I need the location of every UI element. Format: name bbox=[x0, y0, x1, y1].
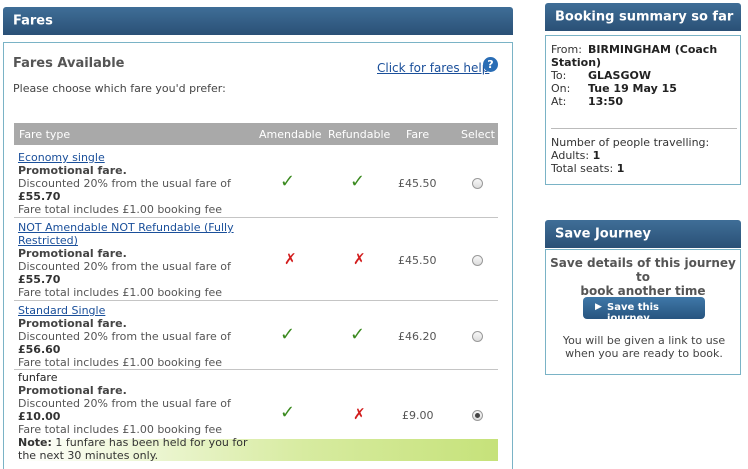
on-row: On: Tue 19 May 15 bbox=[551, 82, 677, 95]
usual-fare: £55.70 bbox=[18, 190, 61, 203]
from-row-line2: Station) bbox=[551, 56, 601, 69]
select-fare-radio[interactable] bbox=[472, 178, 483, 189]
seats-row: Total seats: 1 bbox=[551, 162, 624, 175]
seats-label: Total seats: bbox=[551, 162, 614, 175]
booking-summary-panel: From: BIRMINGHAM (Coach Station) To: GLA… bbox=[545, 35, 741, 185]
save-journey-button-label: Save this journey bbox=[607, 302, 660, 324]
note-label: Note: bbox=[18, 436, 52, 449]
from-label: From: bbox=[551, 43, 582, 56]
refundable-tick-icon: ✓ bbox=[350, 171, 366, 192]
note-text: 1 funfare has been held for you for bbox=[51, 436, 248, 449]
from-value: BIRMINGHAM (Coach bbox=[588, 43, 718, 56]
promo-label: Promotional fare. bbox=[18, 317, 127, 330]
save-journey-button[interactable]: ▶ Save this journey bbox=[583, 297, 705, 324]
row-divider bbox=[14, 300, 498, 301]
row-divider bbox=[14, 369, 498, 370]
col-fare-type: Fare type bbox=[19, 128, 71, 141]
save-journey-description: Save details of this journey to book ano… bbox=[550, 256, 736, 298]
refundable-tick-icon: ✓ bbox=[350, 324, 366, 345]
fares-table-header: Fare type Amendable Refundable Fare Sele… bbox=[14, 123, 498, 145]
play-icon: ▶ bbox=[595, 302, 602, 312]
summary-divider bbox=[551, 128, 737, 129]
to-value: GLASGOW bbox=[588, 69, 651, 82]
promo-label: Promotional fare. bbox=[18, 247, 127, 260]
fare-name-link[interactable]: Economy single bbox=[18, 151, 258, 164]
seats-value: 1 bbox=[616, 162, 625, 175]
select-fare-radio[interactable] bbox=[472, 255, 483, 266]
usual-fare: £55.70 bbox=[18, 273, 61, 286]
not-amendable-cross-icon: ✗ bbox=[284, 250, 297, 268]
to-label: To: bbox=[551, 69, 567, 82]
booking-summary-title: Booking summary so far bbox=[555, 9, 734, 25]
save-journey-info-line1: You will be given a link to use bbox=[562, 334, 726, 347]
at-label: At: bbox=[551, 95, 567, 108]
col-amendable: Amendable bbox=[259, 128, 322, 141]
amendable-tick-icon: ✓ bbox=[280, 402, 296, 423]
help-icon[interactable]: ? bbox=[483, 57, 498, 72]
row-divider bbox=[14, 217, 498, 218]
on-value: Tue 19 May 15 bbox=[588, 82, 677, 95]
people-label: Number of people travelling: bbox=[551, 136, 710, 149]
discount-text: Discounted 20% from the usual fare of bbox=[18, 177, 231, 190]
fare-name-link-line2[interactable]: Restricted) bbox=[18, 234, 258, 247]
fares-available-title: Fares Available bbox=[13, 56, 125, 71]
hold-note-line2: the next 30 minutes only. bbox=[18, 449, 159, 462]
booking-fee-text: Fare total includes £1.00 booking fee bbox=[18, 356, 223, 369]
usual-fare: £56.60 bbox=[18, 343, 61, 356]
not-refundable-cross-icon: ✗ bbox=[353, 405, 366, 423]
hold-note: Note: 1 funfare has been held for you fo… bbox=[18, 436, 258, 449]
amendable-tick-icon: ✓ bbox=[280, 171, 296, 192]
usual-fare: £10.00 bbox=[18, 410, 61, 423]
on-label: On: bbox=[551, 82, 571, 95]
fare-price: £45.50 bbox=[398, 177, 437, 190]
from-value-line2: Station) bbox=[551, 56, 602, 69]
save-journey-title: Save Journey bbox=[555, 226, 651, 242]
fares-header-title: Fares bbox=[13, 13, 53, 29]
promo-label: Promotional fare. bbox=[18, 164, 127, 177]
fare-price: £9.00 bbox=[402, 409, 434, 422]
fares-instructions: Please choose which fare you'd prefer: bbox=[13, 82, 226, 95]
select-fare-radio-selected[interactable] bbox=[472, 410, 483, 421]
amendable-tick-icon: ✓ bbox=[280, 324, 296, 345]
booking-fee-text: Fare total includes £1.00 booking fee bbox=[18, 423, 223, 436]
col-select: Select bbox=[461, 128, 495, 141]
adults-row: Adults: 1 bbox=[551, 149, 600, 162]
save-journey-info: You will be given a link to use when you… bbox=[552, 334, 736, 360]
adults-value: 1 bbox=[592, 149, 601, 162]
booking-fee-text: Fare total includes £1.00 booking fee bbox=[18, 203, 223, 216]
not-refundable-cross-icon: ✗ bbox=[353, 250, 366, 268]
col-refundable: Refundable bbox=[328, 128, 391, 141]
fare-name-link[interactable]: NOT Amendable NOT Refundable (Fully bbox=[18, 221, 258, 234]
save-journey-desc-line1: Save details of this journey to bbox=[550, 256, 736, 284]
to-row: To: GLASGOW bbox=[551, 69, 651, 82]
fare-name: funfare bbox=[18, 371, 58, 384]
fare-price: £46.20 bbox=[398, 330, 437, 343]
fares-help-link[interactable]: Click for fares help bbox=[377, 61, 489, 75]
fare-price: £45.50 bbox=[398, 254, 437, 267]
adults-label: Adults: bbox=[551, 149, 590, 162]
discount-text: Discounted 20% from the usual fare of bbox=[18, 397, 231, 410]
select-fare-radio[interactable] bbox=[472, 331, 483, 342]
save-journey-info-line2: when you are ready to book. bbox=[565, 347, 723, 360]
discount-text: Discounted 20% from the usual fare of bbox=[18, 330, 231, 343]
save-journey-header: Save Journey bbox=[545, 220, 741, 248]
discount-text: Discounted 20% from the usual fare of bbox=[18, 260, 231, 273]
save-journey-desc-line2: book another time bbox=[580, 284, 706, 298]
booking-summary-header: Booking summary so far bbox=[545, 3, 741, 31]
promo-label: Promotional fare. bbox=[18, 384, 127, 397]
from-row: From: BIRMINGHAM (Coach bbox=[551, 43, 717, 56]
fare-name-link[interactable]: Standard Single bbox=[18, 304, 258, 317]
fares-header: Fares bbox=[3, 7, 513, 35]
at-row: At: 13:50 bbox=[551, 95, 623, 108]
at-value: 13:50 bbox=[588, 95, 624, 108]
save-journey-panel: Save details of this journey to book ano… bbox=[545, 249, 741, 375]
booking-fee-text: Fare total includes £1.00 booking fee bbox=[18, 286, 223, 299]
col-fare: Fare bbox=[406, 128, 430, 141]
